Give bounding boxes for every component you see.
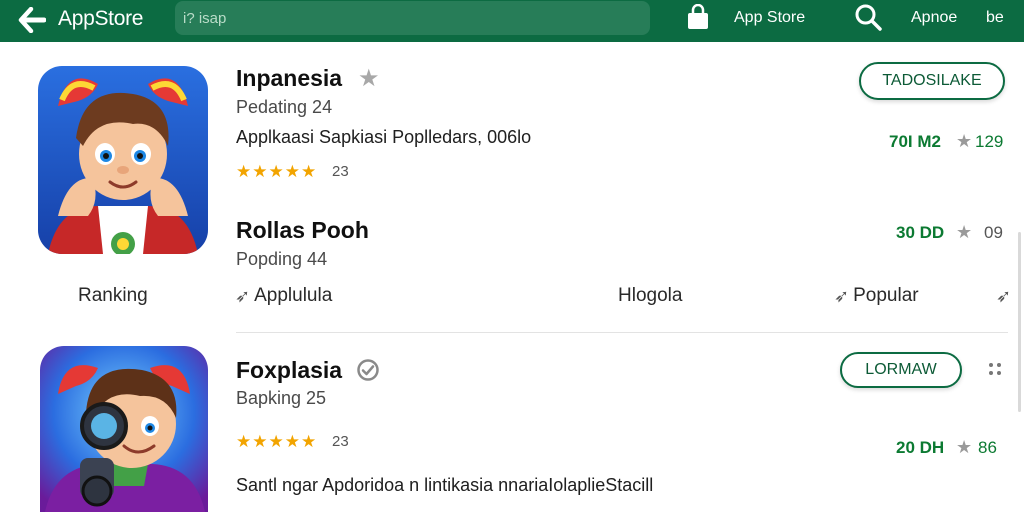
tab-label: Popular xyxy=(853,285,919,306)
rating-stars-icon: ★★★★★ xyxy=(236,162,318,181)
tab-label: Applulula xyxy=(254,285,333,306)
tab-label: Hlogola xyxy=(618,285,683,306)
install-button[interactable]: LORMAW xyxy=(840,352,962,388)
star-icon: ★ xyxy=(956,131,973,151)
verified-icon xyxy=(356,358,380,386)
shopping-bag-icon[interactable] xyxy=(684,2,712,32)
tab-ranking[interactable]: Ranking xyxy=(78,284,148,308)
app-description: Santl ngar Apdoridoa n lintikasia nnaria… xyxy=(236,475,654,495)
tab-popular[interactable]: ➶ Popular xyxy=(834,284,919,308)
app-icon-cartoon-boy[interactable] xyxy=(38,66,208,254)
app-size: 20 DH xyxy=(896,438,945,457)
app-description: Applkaasi Sapkiasi Poplledars, 006lo xyxy=(236,127,532,147)
app-title[interactable]: Inpanesia xyxy=(236,64,342,92)
favorite-star-icon[interactable]: ★ xyxy=(358,66,380,92)
app-store-link[interactable]: App Store xyxy=(734,8,805,28)
app-title[interactable]: Rollas Pooh xyxy=(236,216,369,244)
tab-hlogola[interactable]: Hlogola xyxy=(618,284,682,308)
navigation-arrow-icon: ➶ xyxy=(834,286,850,306)
tab-applulula[interactable]: ➶ Applulula xyxy=(235,284,332,308)
app-subtitle: Bapking 25 xyxy=(236,388,327,408)
more-options-icon[interactable] xyxy=(988,362,1002,376)
tab-label: Ranking xyxy=(78,285,148,306)
star-icon: ★ xyxy=(956,437,973,457)
app-size: 70I M2 xyxy=(889,132,941,151)
rating-stars-icon: ★★★★★ xyxy=(236,432,318,451)
top-link-be[interactable]: be xyxy=(986,8,1004,28)
star-count: 09 xyxy=(984,223,1003,242)
app-subtitle: Pedating 24 xyxy=(236,97,333,117)
star-icon: ★ xyxy=(956,222,973,242)
search-bar[interactable] xyxy=(175,1,650,35)
top-link-apnoe[interactable]: Apnoe xyxy=(911,8,957,28)
store-brand-title: AppStore xyxy=(58,7,144,30)
install-button[interactable]: TADOSILAKE xyxy=(859,62,1005,100)
list-divider xyxy=(236,332,1008,333)
back-arrow-icon[interactable] xyxy=(16,5,48,35)
app-subtitle: Popding 44 xyxy=(236,249,328,269)
app-title[interactable]: Foxplasia xyxy=(236,356,342,384)
star-count: 86 xyxy=(978,438,997,457)
app-icon-goggles-boy[interactable] xyxy=(40,346,208,512)
app-size: 30 DD xyxy=(896,223,945,242)
star-count: 129 xyxy=(975,132,1004,151)
rating-count: 23 xyxy=(332,163,349,180)
scrollbar[interactable] xyxy=(1018,232,1021,412)
rating-count: 23 xyxy=(332,433,349,450)
search-icon[interactable] xyxy=(852,2,884,32)
search-input[interactable] xyxy=(183,5,623,31)
more-arrow-icon[interactable]: ➶ xyxy=(996,284,1011,308)
navigation-arrow-icon: ➶ xyxy=(235,286,251,306)
top-app-bar: AppStore App Store Apnoe be xyxy=(0,0,1024,42)
